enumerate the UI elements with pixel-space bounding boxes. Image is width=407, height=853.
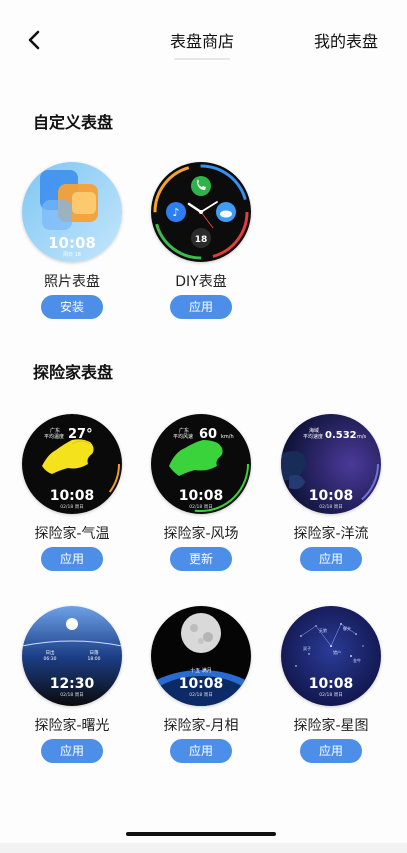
ocean-face-date: 02/18 周日 [319, 504, 342, 510]
dawn-face-date: 02/18 周日 [60, 692, 83, 698]
back-button[interactable] [20, 26, 48, 54]
diy-face-date: 18 [195, 235, 208, 245]
apply-button[interactable]: 应用 [41, 739, 103, 763]
ocean-face-time: 10:08 [309, 488, 354, 504]
temp-face-label: 广东 [50, 427, 60, 434]
star-label: 猎户 [333, 649, 341, 655]
wind-face-time: 10:08 [179, 488, 224, 504]
watch-face-preview-moon[interactable]: 十五 满月 10:08 02/18 周日 [151, 606, 251, 706]
wind-face-date: 02/18 周日 [189, 504, 212, 510]
star-label: 天狼 [319, 627, 327, 633]
photo-face-date: 周日 18 [63, 252, 81, 258]
apply-button[interactable]: 应用 [170, 739, 232, 763]
temp-face-value: 27° [68, 427, 93, 442]
moon-face-date: 02/18 周日 [189, 692, 212, 698]
watch-face-preview-ocean[interactable]: 海域 平均速度 0.532 m/s 10:08 02/18 周日 [281, 414, 381, 514]
star-label: 御夫 [343, 625, 351, 631]
ocean-face-unit: m/s [357, 434, 367, 440]
wind-face-unit: km/h [221, 434, 234, 440]
tab-watch-face-store[interactable]: 表盘商店 [170, 28, 234, 60]
bottom-band [0, 843, 407, 853]
home-indicator[interactable] [126, 832, 276, 836]
watch-face-preview-star[interactable]: 天狼 御夫 双子 猎户 金牛 10:08 02/18 周日 [281, 606, 381, 706]
svg-text:广东: 广东 [179, 427, 189, 434]
apply-button[interactable]: 应用 [41, 547, 103, 571]
star-face-time: 10:08 [309, 676, 354, 692]
update-button[interactable]: 更新 [170, 547, 232, 571]
watch-face-preview-dawn[interactable]: 日出 06:30 日落 18:00 12:30 02/18 周日 [22, 606, 122, 706]
sunrise-label: 日出 [46, 649, 55, 656]
phone-icon [191, 176, 211, 196]
star-face-date: 02/18 周日 [319, 692, 342, 698]
watch-face-name: 探险家-风场 [163, 526, 239, 542]
watch-face-name: 探险家-曙光 [34, 718, 110, 734]
temp-face-time: 10:08 [50, 488, 95, 504]
sunset-time: 18:00 [88, 656, 101, 662]
temp-face-date: 02/18 周日 [60, 504, 83, 510]
svg-text:平均速度: 平均速度 [303, 433, 323, 440]
moon-face-time: 10:08 [179, 676, 224, 692]
tab-my-watch-faces[interactable]: 我的表盘 [314, 28, 378, 52]
svg-text:海域: 海域 [309, 427, 319, 434]
chevron-left-icon [28, 30, 40, 50]
watch-face-name: 探险家-星图 [293, 718, 369, 734]
moon-phase: 十五 满月 [190, 667, 212, 674]
star-label: 金牛 [353, 657, 361, 663]
sunset-label: 日落 [90, 649, 99, 656]
watch-face-preview-wind[interactable]: 广东 平均风速 60 km/h 10:08 02/18 周日 [151, 414, 251, 514]
dawn-face-time: 12:30 [50, 676, 95, 692]
watch-face-preview-temperature[interactable]: 广东 平均温度 27° 10:08 02/18 周日 [22, 414, 122, 514]
svg-text:平均温度: 平均温度 [44, 433, 64, 440]
photo-face-time: 10:08 [48, 234, 96, 252]
apply-button[interactable]: 应用 [300, 739, 362, 763]
svg-text:♪: ♪ [172, 206, 179, 219]
section-title-explorer: 探险家表盘 [33, 363, 114, 382]
watch-face-name: 照片表盘 [44, 274, 100, 290]
star-label: 双子 [303, 645, 311, 651]
watch-face-name: 探险家-洋流 [293, 526, 369, 542]
watch-face-store-page: 表盘商店 我的表盘 自定义表盘 10:08 周日 18 照片表盘 安装 ♪ 18… [0, 0, 407, 853]
apply-button[interactable]: 应用 [170, 295, 232, 319]
watch-face-name: DIY表盘 [175, 274, 227, 290]
sunrise-time: 06:30 [44, 656, 57, 662]
watch-face-name: 探险家-月相 [163, 718, 239, 734]
svg-text:平均风速: 平均风速 [173, 433, 193, 440]
wind-face-value: 60 [199, 427, 217, 442]
ocean-face-value: 0.532 [325, 430, 357, 441]
apply-button[interactable]: 应用 [300, 547, 362, 571]
watch-face-preview-photo[interactable]: 10:08 周日 18 [22, 162, 122, 262]
install-button[interactable]: 安装 [41, 295, 103, 319]
section-title-custom: 自定义表盘 [33, 113, 114, 132]
watch-face-preview-diy[interactable]: ♪ 18 [151, 162, 251, 262]
watch-face-name: 探险家-气温 [34, 526, 110, 542]
